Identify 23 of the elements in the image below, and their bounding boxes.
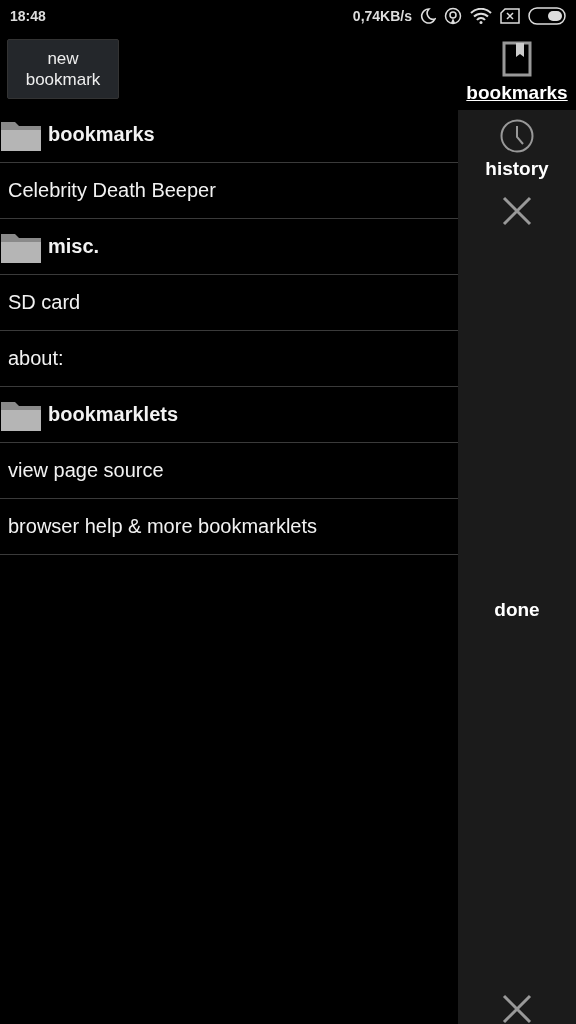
- moon-icon: [420, 8, 436, 24]
- sim-card-icon: [500, 8, 520, 24]
- done-button[interactable]: done: [488, 593, 546, 627]
- folder-label[interactable]: bookmarklets: [48, 403, 179, 426]
- network-speed: 0,74KB/s: [352, 8, 412, 24]
- bookmark-link[interactable]: SD card: [8, 291, 81, 314]
- folder-label[interactable]: bookmarks: [48, 123, 155, 146]
- sidebar-tab[interactable]: bookmarks: [458, 32, 576, 110]
- bookmark-link[interactable]: view page source: [8, 459, 164, 482]
- bookmark-link[interactable]: Celebrity Death Beeper: [8, 179, 216, 202]
- new-bookmark-button[interactable]: new bookmark: [7, 39, 119, 99]
- battery-icon: [528, 7, 566, 25]
- close-icon[interactable]: [502, 994, 532, 1024]
- bookmark-link[interactable]: about:: [8, 347, 64, 370]
- folder-label[interactable]: misc.: [48, 235, 100, 258]
- sidebar-tab[interactable]: history: [458, 110, 576, 186]
- close-icon[interactable]: [502, 196, 532, 226]
- bookmark-link[interactable]: browser help & more bookmarklets: [8, 515, 317, 538]
- hotspot-icon: [444, 7, 462, 25]
- clock-icon: [499, 118, 535, 154]
- wifi-icon: [470, 8, 492, 24]
- bookmark-icon: [501, 40, 533, 78]
- clock-time: 18:48: [10, 8, 46, 24]
